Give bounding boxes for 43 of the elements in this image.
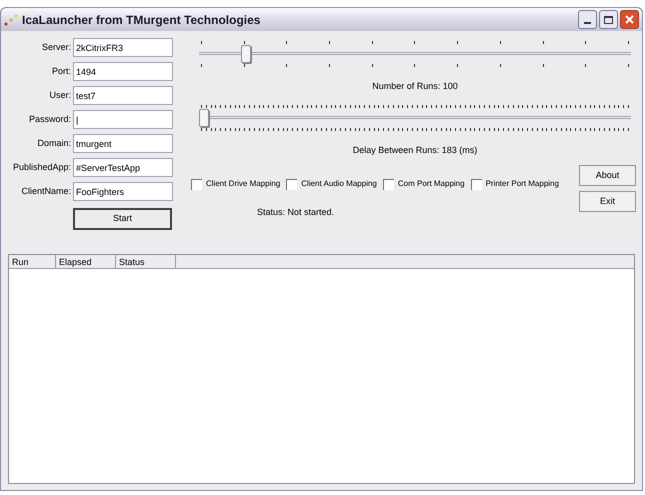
checkbox-option[interactable]: Client Audio Mapping [286, 178, 377, 190]
checkbox[interactable] [286, 178, 298, 190]
column-header[interactable]: Elapsed [56, 255, 116, 269]
start-button[interactable]: Start [73, 208, 172, 230]
text-field[interactable]: | [73, 110, 173, 129]
window-title: IcaLauncher from TMurgent Technologies [22, 12, 262, 28]
text-field[interactable]: #ServerTestApp [73, 158, 173, 177]
field-label: User: [48, 88, 71, 102]
checkbox[interactable] [382, 178, 394, 190]
slider-thumb[interactable] [199, 108, 209, 126]
slider-thumb[interactable] [241, 45, 252, 63]
field-label: Port: [50, 64, 71, 78]
checkbox[interactable] [191, 178, 202, 190]
field-label: Password: [28, 112, 71, 126]
field-label: Server: [40, 40, 71, 54]
close-icon [625, 15, 634, 24]
field-label: Domain: [36, 136, 71, 150]
text-field[interactable]: tmurgent [73, 134, 173, 153]
close-button[interactable] [620, 10, 639, 29]
text-field[interactable]: 1494 [73, 62, 173, 81]
status-text: Status: Not started. [257, 206, 336, 219]
dialog-button[interactable]: Exit [579, 191, 636, 212]
dialog-button[interactable]: About [579, 165, 636, 186]
text-field[interactable]: 2kCitrixFR3 [73, 38, 173, 57]
sparkle-icon [4, 14, 18, 26]
text-field[interactable]: test7 [73, 86, 173, 105]
slider[interactable] [199, 108, 631, 128]
text-field[interactable]: FooFighters [73, 182, 173, 201]
slider-caption: Number of Runs: 100 [372, 80, 458, 93]
minimize-icon [584, 22, 591, 24]
slider-caption: Delay Between Runs: 183 (ms) [352, 144, 478, 157]
minimize-button[interactable] [578, 10, 597, 29]
column-header[interactable]: Run [9, 255, 56, 269]
maximize-button[interactable] [599, 10, 618, 29]
checkbox[interactable] [470, 178, 482, 190]
field-label: PublishedApp: [12, 160, 71, 174]
maximize-icon [604, 16, 613, 24]
checkbox-option[interactable]: Printer Port Mapping [470, 178, 559, 190]
slider[interactable] [199, 44, 631, 64]
checkbox-option[interactable]: Client Drive Mapping [191, 178, 280, 190]
field-label: ClientName: [20, 184, 71, 198]
column-header[interactable]: Status [116, 255, 176, 269]
checkbox-option[interactable]: Com Port Mapping [382, 178, 465, 190]
